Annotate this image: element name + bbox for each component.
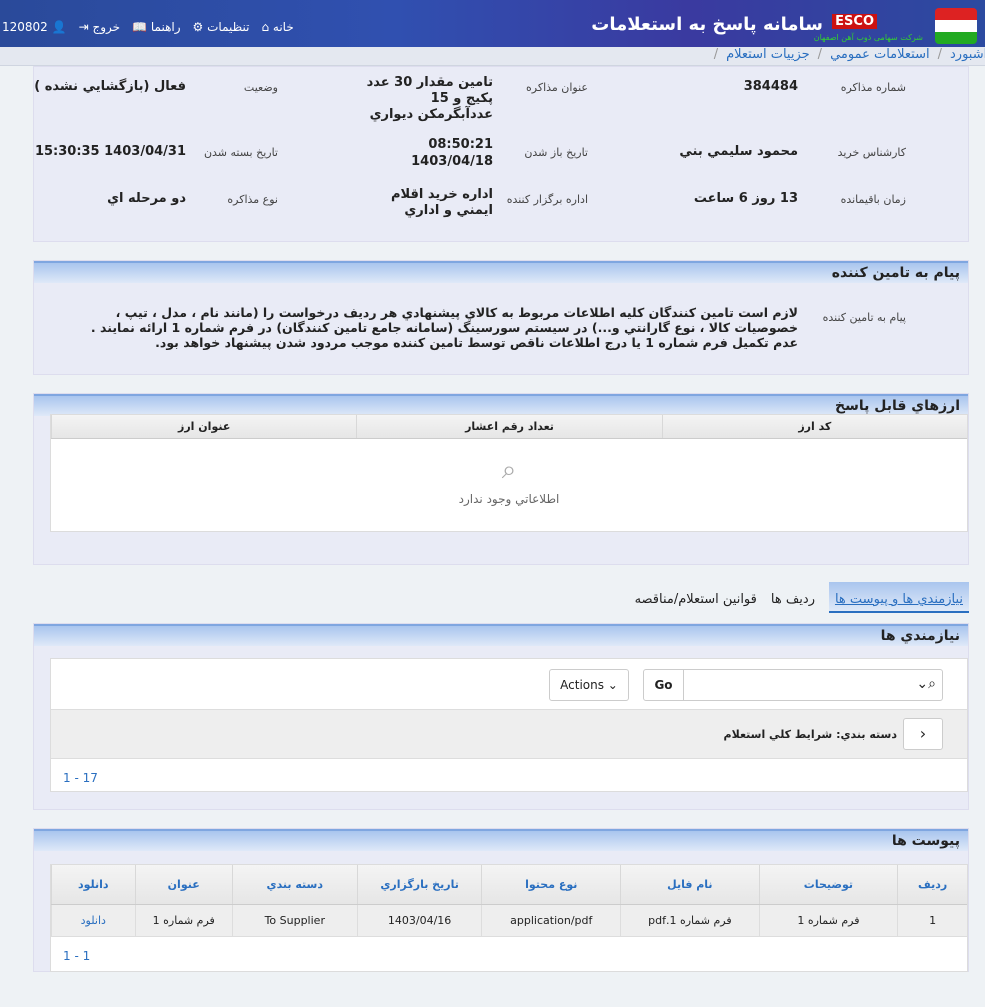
- needs-region: ⌕⌄ Go ⌄ Actions ‹ دسته بندي: شرايط کلي ا…: [50, 658, 968, 792]
- table-cell: To Supplier: [231, 905, 357, 936]
- download-link[interactable]: دانلود: [51, 905, 135, 936]
- tabs: نيازمندي ها و پيوست ها رديف ها قوانين اس…: [635, 582, 969, 613]
- expert-label: کارشناس خريد: [837, 146, 906, 159]
- currency-panel: ارزهاي قابل پاسخ کد ارز تعداد رقم اعشار …: [33, 393, 969, 565]
- status-label: وضعيت: [243, 81, 278, 94]
- brand-logo: ESCO: [832, 14, 877, 29]
- logo: [935, 8, 977, 44]
- col-code[interactable]: کد ارز: [661, 415, 967, 438]
- close-value: 1403/04/31 15:30:35: [34, 144, 186, 159]
- user-menu[interactable]: 120802 👤: [2, 20, 67, 34]
- expert-value: محمود سليمي بني: [679, 144, 798, 159]
- logout-icon: ⇥: [78, 20, 89, 34]
- needs-title: نيازمندي ها: [34, 624, 968, 646]
- user-icon: 👤: [51, 20, 67, 34]
- column-header[interactable]: رديف: [897, 865, 967, 904]
- breadcrumb-dashboard[interactable]: داشبورد: [950, 47, 985, 62]
- open-date: 1403/04/18: [411, 154, 493, 169]
- needs-panel: نيازمندي ها ⌕⌄ Go ⌄ Actions ‹ دسته بندي:…: [33, 623, 969, 810]
- attachments-title: پيوست ها: [34, 829, 968, 851]
- column-header[interactable]: نام فايل: [620, 865, 759, 904]
- dept-value: اداره خريد اقلام ايمني و اداري: [390, 187, 493, 218]
- type-label: نوع مذاکره: [227, 193, 278, 206]
- table-cell: فرم شماره 1: [758, 905, 898, 936]
- open-time: 08:50:21: [428, 137, 493, 152]
- group-row: ‹ دسته بندي: شرايط کلي استعلام: [51, 709, 967, 759]
- settings-label: تنظيمات: [207, 20, 250, 34]
- column-header[interactable]: تاريخ بارگزاري: [356, 865, 482, 904]
- search-input[interactable]: ⌕⌄ Go: [643, 669, 943, 701]
- breadcrumb-details[interactable]: جزييات استعلام: [726, 47, 810, 62]
- col-decimals[interactable]: تعداد رقم اعشار: [356, 415, 661, 438]
- tab-rules[interactable]: قوانين استعلام/مناقصه: [635, 592, 757, 613]
- message-panel: پيام به تامين کننده پيام به تامين کننده …: [33, 260, 969, 375]
- actions-label: Actions: [560, 678, 604, 692]
- table-cell: 1: [897, 905, 967, 936]
- search-icon: ⌕: [501, 455, 517, 485]
- tab-rows[interactable]: رديف ها: [771, 592, 815, 613]
- column-header[interactable]: دانلود: [51, 865, 135, 904]
- group-label: دسته بندي: شرايط کلي استعلام: [723, 728, 897, 741]
- logout-link[interactable]: ⇥ خروج: [79, 20, 120, 34]
- pager: 1 - 17: [63, 771, 98, 785]
- logout-label: خروج: [92, 20, 121, 34]
- settings-link[interactable]: ⚙ تنظيمات: [193, 20, 250, 34]
- table-cell: application/pdf: [481, 905, 620, 936]
- number-label: شماره مذاکره: [840, 81, 906, 94]
- book-icon: 📖: [132, 20, 148, 34]
- help-label: راهنما: [150, 20, 181, 34]
- type-value: دو مرحله اي: [107, 191, 186, 206]
- home-icon: ⌂: [261, 20, 270, 34]
- currency-title: ارزهاي قابل پاسخ: [34, 394, 968, 416]
- info-panel: شماره مذاکره 384484 عنوان مذاکره تامين م…: [33, 66, 969, 242]
- attachments-panel: پيوست ها رديف توضيحات نام فايل نوع محتوا تار…: [33, 828, 969, 972]
- open-label: تاريخ باز شدن: [524, 146, 588, 159]
- message-line-1: لازم است تامين کنندگان کليه اطلاعات مربو…: [90, 305, 798, 335]
- user-id: 120802: [2, 20, 48, 34]
- search-icon[interactable]: ⌕⌄: [916, 676, 936, 692]
- pager: 1 - 1: [63, 949, 91, 963]
- column-header[interactable]: نوع محتوا: [481, 865, 620, 904]
- remaining-value: 13 روز 6 ساعت: [693, 191, 798, 206]
- go-button[interactable]: Go: [644, 670, 684, 700]
- remaining-label: زمان باقيمانده: [840, 193, 906, 206]
- brand-subtitle: شرکت سهامی ذوب آهن اصفهان: [813, 33, 923, 42]
- col-title[interactable]: عنوان ارز: [51, 415, 356, 438]
- number-value: 384484: [743, 79, 798, 94]
- attachments-table: رديف توضيحات نام فايل نوع محتوا تاريخ بارگزا…: [50, 864, 968, 972]
- status-value: فعال (بازگشايي نشده ): [34, 79, 186, 94]
- dept-label: اداره برگزار کننده: [506, 193, 588, 206]
- table-cell: 1403/04/16: [356, 905, 482, 936]
- subject-label: عنوان مذاکره: [526, 81, 588, 94]
- gear-icon: ⚙: [192, 20, 204, 34]
- table-cell: فرم شماره 1: [134, 905, 232, 936]
- table-row: 1 فرم شماره 1 فرم شماره 1.pdf application/p…: [51, 905, 967, 937]
- actions-button[interactable]: ⌄ Actions: [549, 669, 629, 701]
- currency-table: کد ارز تعداد رقم اعشار عنوان ارز ⌕ اطلاع…: [50, 414, 968, 532]
- empty-message: اطلاعاتي وجود ندارد: [458, 492, 560, 506]
- message-label: پيام به تامين کننده: [822, 311, 906, 324]
- breadcrumb: داشبورد/ استعلامات عمومي/ جزييات استعلام…: [0, 47, 985, 66]
- column-header[interactable]: دسته بندي: [231, 865, 357, 904]
- app-title: سامانه پاسخ به استعلامات: [591, 14, 823, 35]
- app-header: ESCO شرکت سهامی ذوب آهن اصفهان سامانه پا…: [0, 0, 985, 47]
- message-line-2: عدم تکميل فرم شماره 1 يا درج اطلاعات ناق…: [155, 335, 798, 350]
- breadcrumb-public[interactable]: استعلامات عمومي: [830, 47, 930, 62]
- table-cell: فرم شماره 1.pdf: [620, 905, 759, 936]
- help-link[interactable]: 📖 راهنما: [132, 20, 180, 34]
- column-header[interactable]: عنوان: [134, 865, 232, 904]
- chevron-left-icon[interactable]: ‹: [903, 718, 943, 750]
- close-label: تاريخ بسته شدن: [203, 146, 278, 159]
- home-link[interactable]: ⌂ خانه: [261, 20, 293, 34]
- tab-requirements[interactable]: نيازمندي ها و پيوست ها: [828, 582, 969, 613]
- home-label: خانه: [272, 20, 294, 34]
- column-header[interactable]: توضيحات: [758, 865, 898, 904]
- subject-value: تامين مقدار 30 عدد پکيج و 15 عددآبگرمکن …: [366, 75, 493, 122]
- message-title: پيام به تامين کننده: [34, 261, 968, 283]
